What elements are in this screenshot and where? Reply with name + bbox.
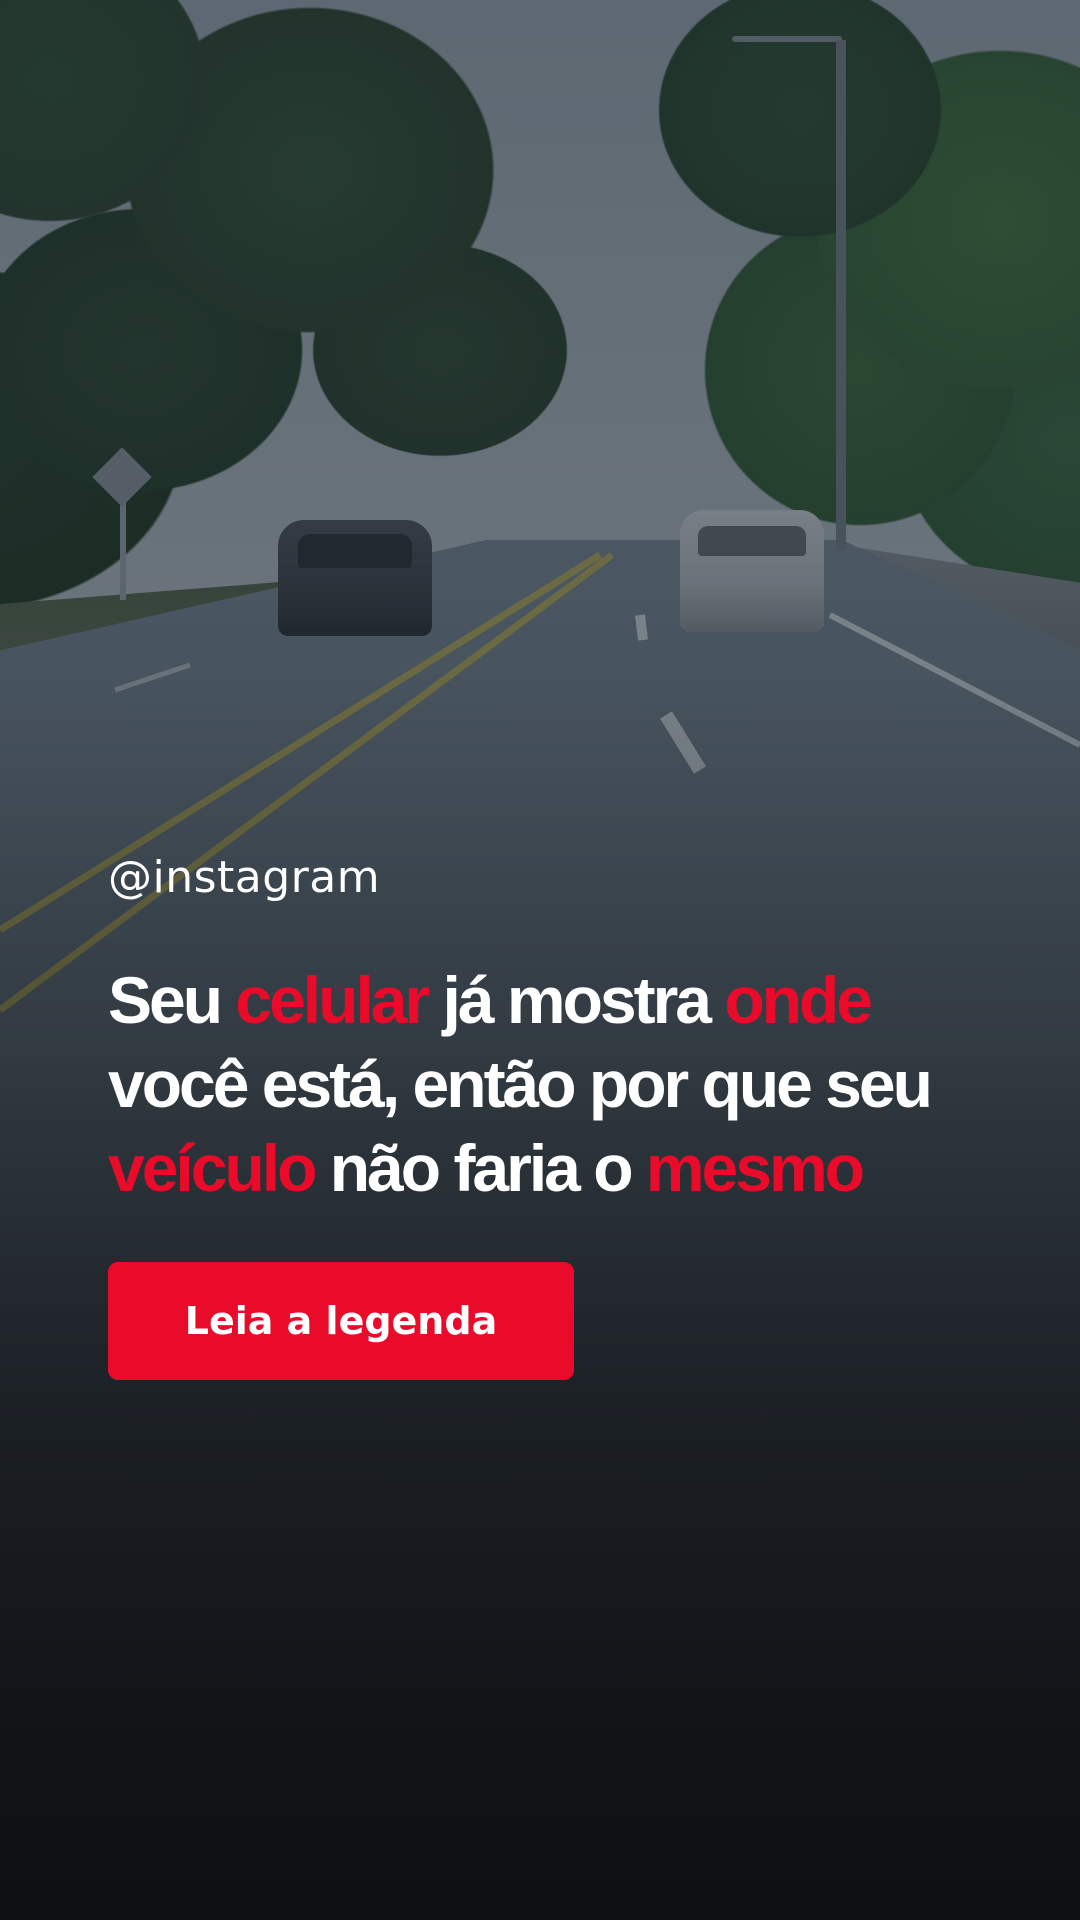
- headline-part: Seu: [108, 963, 236, 1037]
- headline-highlight: mesmo: [645, 1131, 865, 1205]
- headline-part: você está, então por que seu: [108, 1047, 933, 1121]
- headline-highlight: veículo: [108, 1131, 317, 1205]
- story-canvas: @instagram Seu celular já mostra onde vo…: [0, 0, 1080, 1920]
- headline-part: não faria o: [314, 1131, 646, 1205]
- read-caption-button[interactable]: Leia a legenda: [108, 1262, 574, 1380]
- headline-highlight: onde: [724, 963, 873, 1037]
- headline-highlight: celular: [235, 963, 430, 1037]
- instagram-handle: @instagram: [108, 852, 381, 903]
- headline-part: já mostra: [427, 963, 725, 1037]
- post-content: @instagram Seu celular já mostra onde vo…: [108, 850, 988, 1380]
- headline: Seu celular já mostra onde você está, en…: [108, 958, 988, 1210]
